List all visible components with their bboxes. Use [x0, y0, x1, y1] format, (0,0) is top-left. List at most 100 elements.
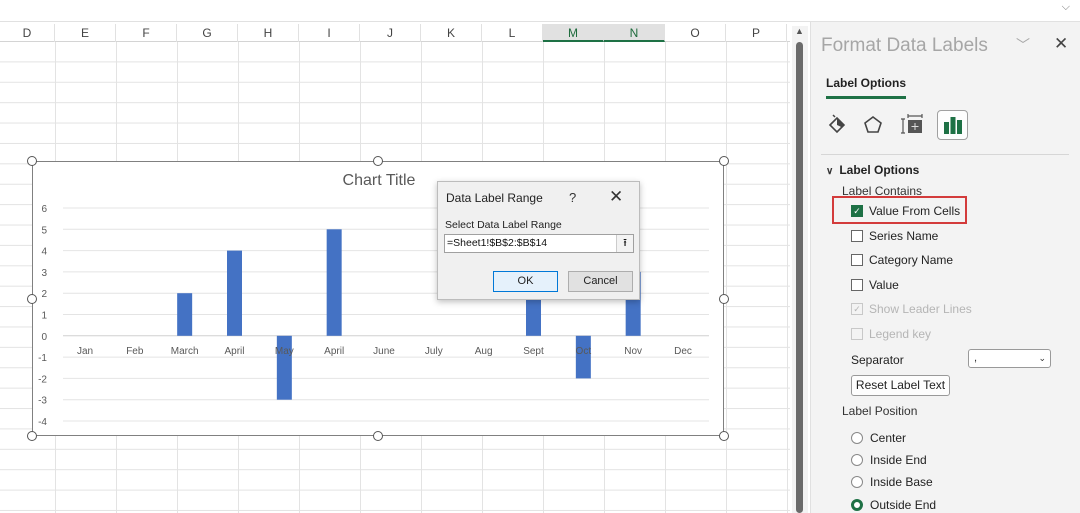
- y-tick-label: 6: [41, 204, 47, 215]
- divider: [821, 154, 1069, 155]
- label-options-icon[interactable]: [937, 110, 968, 140]
- resize-handle-n[interactable]: [373, 156, 383, 166]
- y-tick-label: 0: [41, 332, 47, 343]
- resize-handle-sw[interactable]: [27, 431, 37, 441]
- radio-center[interactable]: Center: [851, 431, 906, 445]
- size-properties-icon[interactable]: [899, 110, 927, 140]
- range-input[interactable]: =Sheet1!$B$2:$B$14: [444, 234, 634, 253]
- y-tick-label: 4: [41, 247, 47, 258]
- separator-select[interactable]: , ⌄: [968, 349, 1051, 368]
- checkbox-box: [851, 328, 863, 340]
- x-tick-label: Nov: [624, 346, 642, 357]
- y-tick-label: -2: [38, 374, 47, 385]
- x-tick-label: March: [171, 346, 199, 357]
- resize-handle-w[interactable]: [27, 293, 37, 304]
- x-tick-label: Dec: [674, 346, 692, 357]
- radio-label: Inside End: [870, 453, 927, 467]
- separator-label: Separator: [851, 353, 904, 367]
- y-tick-label: 2: [41, 289, 47, 300]
- column-header-e[interactable]: E: [55, 24, 116, 42]
- column-header-g[interactable]: G: [177, 24, 238, 42]
- resize-handle-ne[interactable]: [719, 156, 729, 166]
- x-tick-label: Feb: [126, 346, 144, 357]
- ok-button[interactable]: OK: [493, 271, 558, 292]
- collapse-dialog-icon[interactable]: ⭱: [616, 235, 633, 252]
- effects-icon[interactable]: [859, 110, 887, 140]
- fill-line-icon[interactable]: [823, 110, 851, 140]
- task-pane-options-icon[interactable]: ﹀: [1016, 35, 1030, 55]
- radio-dot: [851, 454, 863, 466]
- expand-formula-bar-icon[interactable]: ⌵: [1062, 1, 1070, 14]
- checkbox-category-name[interactable]: Category Name: [851, 253, 953, 267]
- pane-title: Format Data Labels: [821, 35, 988, 56]
- radio-label: Center: [870, 431, 907, 445]
- vertical-scrollbar[interactable]: ▲: [792, 26, 808, 513]
- column-header-o[interactable]: O: [665, 24, 726, 42]
- section-title: Label Options: [839, 163, 920, 177]
- column-header-j[interactable]: J: [360, 24, 421, 42]
- column-header-n[interactable]: N: [604, 24, 665, 42]
- y-tick-label: -4: [38, 417, 47, 428]
- y-tick-label: 5: [41, 225, 47, 236]
- range-label: Select Data Label Range: [445, 219, 562, 231]
- checkbox-box: [851, 254, 863, 266]
- resize-handle-e[interactable]: [719, 293, 729, 304]
- column-header-m[interactable]: M: [543, 24, 604, 42]
- cancel-button[interactable]: Cancel: [568, 271, 633, 292]
- radio-inside-end[interactable]: Inside End: [851, 453, 927, 467]
- column-header-k[interactable]: K: [421, 24, 482, 42]
- checkbox-legend-key: Legend key: [851, 327, 931, 341]
- scrollbar-thumb[interactable]: [796, 42, 803, 513]
- column-header-h[interactable]: H: [238, 24, 299, 42]
- y-tick-label: 1: [41, 311, 47, 322]
- checkbox-label: Show Leader Lines: [869, 302, 972, 316]
- checkbox-value[interactable]: Value: [851, 278, 899, 292]
- column-header-l[interactable]: L: [482, 24, 543, 42]
- bar-oct[interactable]: [575, 335, 591, 379]
- column-header-d[interactable]: D: [0, 24, 55, 42]
- x-tick-label: Aug: [475, 346, 493, 357]
- x-tick-label: April: [324, 346, 344, 357]
- checkbox-label: Legend key: [869, 327, 932, 341]
- radio-outside-end[interactable]: Outside End: [851, 498, 936, 512]
- checkbox-series-name[interactable]: Series Name: [851, 229, 938, 243]
- resize-handle-s[interactable]: [373, 431, 383, 441]
- close-icon[interactable]: ✕: [609, 187, 623, 207]
- checkmark-icon: ✓: [851, 303, 863, 315]
- formula-bar: ⌵: [0, 0, 1080, 22]
- format-data-labels-pane: Format Data Labels ﹀ ✕ Label Options ∨ La…: [810, 22, 1080, 513]
- checkbox-box: [851, 279, 863, 291]
- close-pane-icon[interactable]: ✕: [1054, 34, 1068, 54]
- column-header-i[interactable]: I: [299, 24, 360, 42]
- label-position-heading: Label Position: [842, 404, 918, 418]
- checkbox-label: Category Name: [869, 253, 954, 267]
- separator-value: ,: [974, 352, 978, 364]
- radio-inside-base[interactable]: Inside Base: [851, 475, 933, 489]
- chevron-down-icon: ∨: [826, 166, 834, 177]
- tab-label-options[interactable]: Label Options: [826, 76, 907, 99]
- x-tick-label: May: [275, 346, 294, 357]
- bar-april[interactable]: [227, 250, 242, 336]
- scroll-up-icon[interactable]: ▲: [795, 26, 804, 36]
- checkbox-value-from-cells[interactable]: ✓ Value From Cells: [851, 204, 960, 218]
- reset-label-text-button[interactable]: Reset Label Text: [851, 375, 950, 396]
- column-header-p[interactable]: P: [726, 24, 787, 42]
- x-tick-label: April: [224, 346, 244, 357]
- chevron-down-icon: ⌄: [1038, 353, 1046, 363]
- label-options-section-header[interactable]: ∨ Label Options: [826, 163, 919, 177]
- column-header-f[interactable]: F: [116, 24, 177, 42]
- y-tick-label: -3: [38, 396, 47, 407]
- checkbox-label: Value From Cells: [869, 204, 961, 218]
- checkbox-show-leader-lines: ✓ Show Leader Lines: [851, 302, 972, 316]
- radio-label: Outside End: [870, 498, 937, 512]
- resize-handle-se[interactable]: [719, 431, 729, 441]
- bar-march[interactable]: [177, 293, 193, 336]
- bar-april[interactable]: [326, 229, 342, 336]
- checkbox-box: [851, 230, 863, 242]
- y-tick-label: -1: [38, 353, 47, 364]
- x-tick-label: Oct: [576, 346, 592, 357]
- radio-dot: [851, 476, 863, 488]
- help-icon[interactable]: ?: [569, 190, 576, 205]
- resize-handle-nw[interactable]: [27, 156, 37, 166]
- checkmark-icon: ✓: [851, 205, 863, 217]
